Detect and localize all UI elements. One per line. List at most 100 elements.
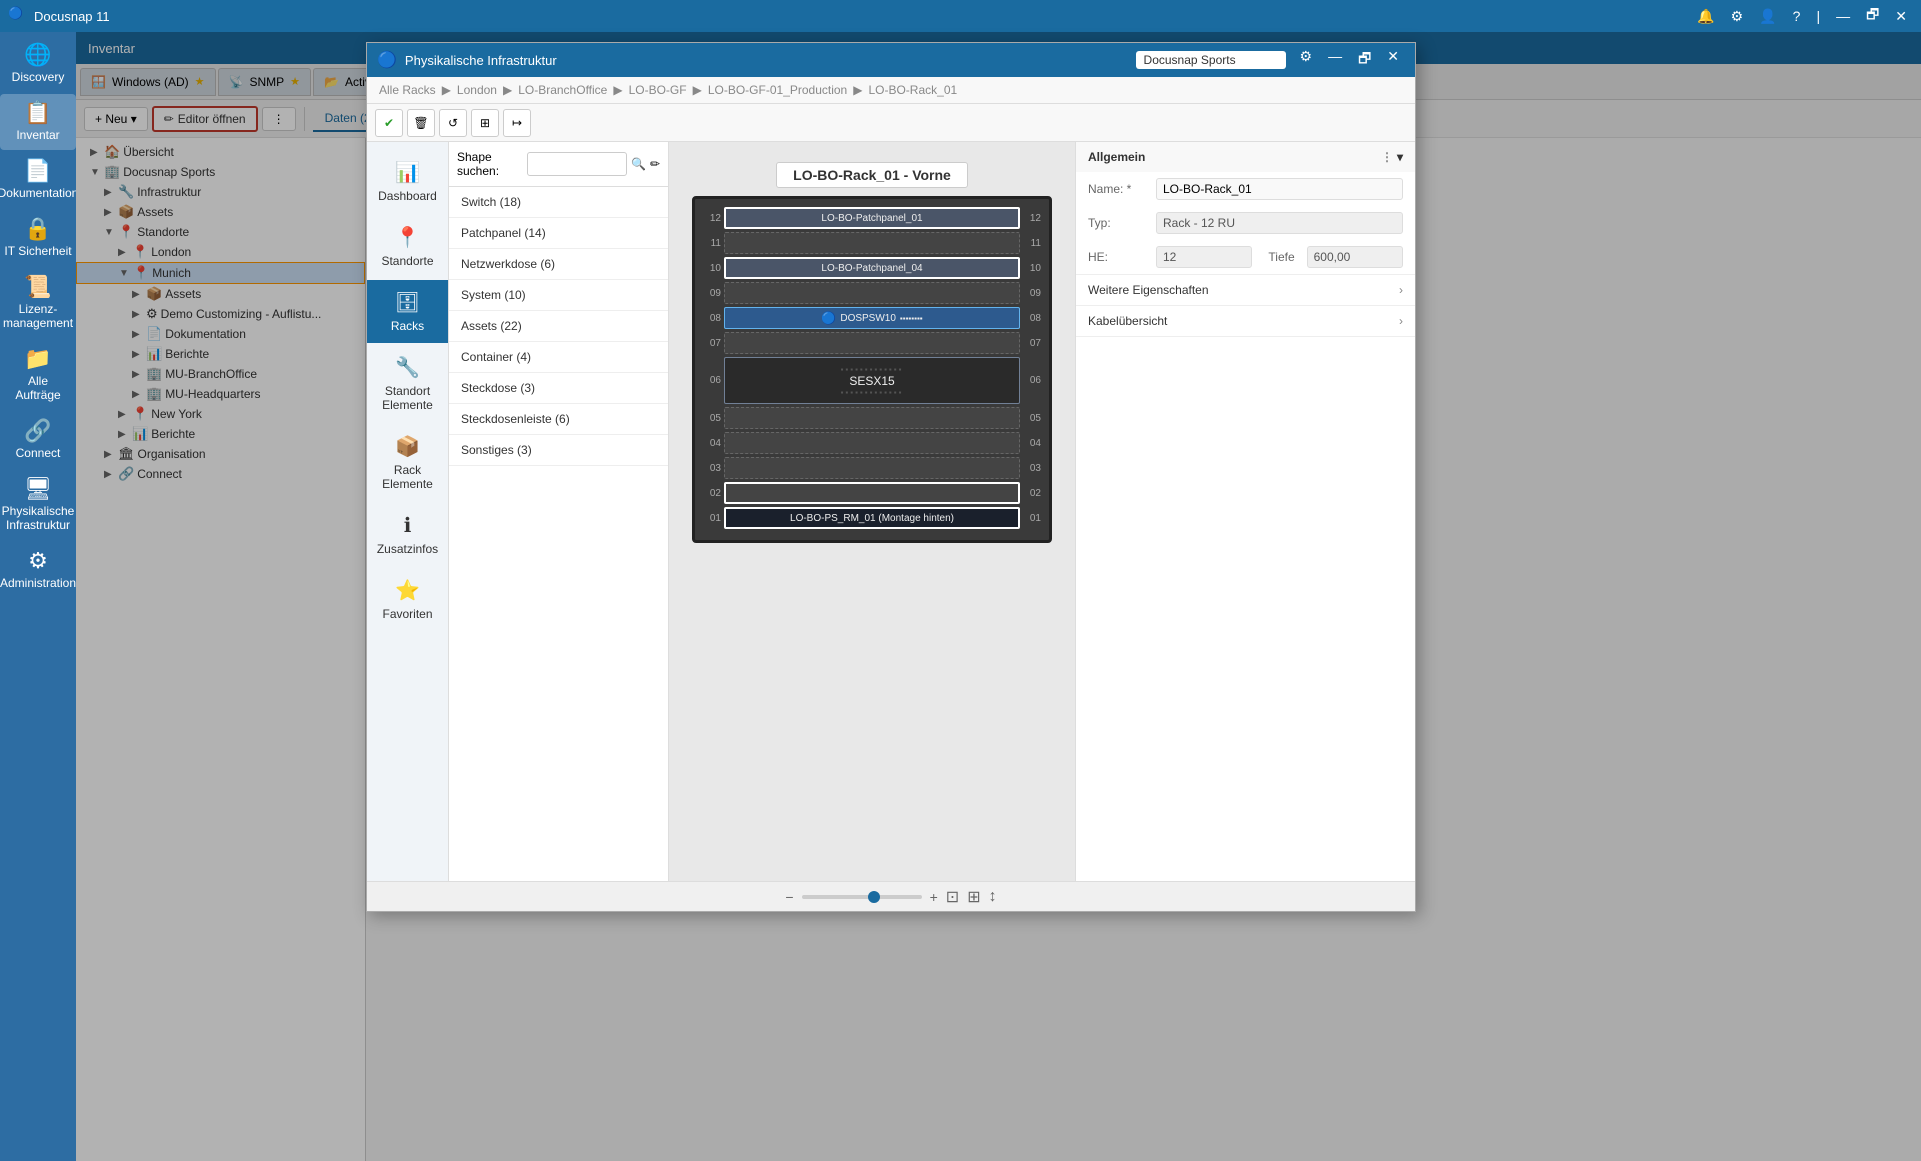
connect-icon: 🔗 [24,420,51,442]
titlebar: 🔵 Docusnap 11 🔔 ⚙ 👤 ? | — 🗗 ✕ [0,0,1921,32]
rack-unit-patchpanel-01[interactable]: LO-BO-Patchpanel_01 [724,207,1020,229]
zoom-plus-icon[interactable]: + [930,889,938,905]
shape-item-container[interactable]: Container (4) [449,342,668,373]
sidebar-label-physikalisch: Physikalische Infrastruktur [2,504,75,532]
modal-body: 📊 Dashboard 📍 Standorte 🗄 Racks 🔧 [367,142,1415,881]
rack-unit-empty-09[interactable] [724,282,1020,304]
rack-unit-empty-04[interactable] [724,432,1020,454]
dokumentation-icon: 📄 [24,160,51,182]
prop-row-he: HE: Tiefe [1076,240,1415,274]
prop-section-allgemein-header[interactable]: Allgemein ⋮ ▾ [1076,142,1415,172]
rack-num-03-r: 03 [1023,463,1041,474]
shape-edit-icon[interactable]: ✏ [650,157,660,171]
help-icon[interactable]: ? [1787,8,1807,24]
zoom-scroll-icon[interactable]: ↕ [989,888,997,906]
physikalisch-icon: 🖥 [24,478,52,500]
zoom-fit-icon[interactable]: ⊡ [946,887,959,907]
shape-item-assets[interactable]: Assets (22) [449,311,668,342]
modal-nav-standort-elemente[interactable]: 🔧 Standort Elemente [367,345,448,422]
modal-nav-standort-elemente-label: Standort Elemente [373,384,442,412]
allgemein-title: Allgemein [1088,150,1145,164]
shape-list: Switch (18) Patchpanel (14) Netzwerkdose… [449,187,668,881]
sidebar: 🌐 Discovery 📋 Inventar 📄 Dokumentation 🔒… [0,32,76,1161]
maximize-button[interactable]: 🗗 [1860,4,1885,28]
sidebar-item-inventar[interactable]: 📋 Inventar [0,94,76,150]
rack-row-06: 06 ▪▪▪▪▪▪▪▪▪▪▪▪▪ SESX15 ▪▪▪▪▪▪▪▪▪▪▪▪▪ 06 [703,357,1041,404]
allgemein-expand-icon[interactable]: ▾ [1397,150,1403,164]
rack-row-04: 04 04 [703,432,1041,454]
prop-name-label: Name: * [1088,182,1148,196]
rack-unit-empty-03[interactable] [724,457,1020,479]
sidebar-item-physikalisch[interactable]: 🖥 Physikalische Infrastruktur [0,470,76,540]
shape-item-switch[interactable]: Switch (18) [449,187,668,218]
modal-nav-dashboard[interactable]: 📊 Dashboard [367,150,448,213]
shape-item-system[interactable]: System (10) [449,280,668,311]
rack-row-08: 08 🔵 DOSPSW10 ▪▪▪▪▪▪▪▪ 08 [703,307,1041,329]
close-button[interactable]: ✕ [1889,8,1913,25]
zoom-original-icon[interactable]: ⊞ [967,887,980,907]
prop-name-input[interactable] [1156,178,1403,200]
rack-elemente-icon: 📦 [395,434,420,459]
prop-he-input [1156,246,1252,268]
rack-unit-power[interactable]: LO-BO-PS_RM_01 (Montage hinten) [724,507,1020,529]
rack-num-05: 05 [703,413,721,424]
rack-num-04-r: 04 [1023,438,1041,449]
sidebar-item-lizenz[interactable]: 📜 Lizenz-management [0,268,76,338]
prop-weitere-eigenschaften[interactable]: Weitere Eigenschaften › [1076,275,1415,306]
modal-nav-rack-elemente-label: Rack Elemente [373,463,442,491]
rack-unit-empty-11[interactable] [724,232,1020,254]
main-area: Inventar 🪟 Windows (AD) ★ 📡 SNMP ★ 📂 Act… [76,32,1921,1161]
sidebar-label-it-sicherheit: IT Sicherheit [4,244,71,258]
allgemein-more-icon[interactable]: ⋮ [1381,150,1393,164]
rack-unit-empty-07[interactable] [724,332,1020,354]
zoom-slider[interactable] [802,895,922,899]
modal-nav-standorte[interactable]: 📍 Standorte [367,215,448,278]
modal-nav-zusatzinfos[interactable]: ℹ Zusatzinfos [367,503,448,566]
rack-unit-server[interactable]: ▪▪▪▪▪▪▪▪▪▪▪▪▪ SESX15 ▪▪▪▪▪▪▪▪▪▪▪▪▪ [724,357,1020,404]
sidebar-item-administration[interactable]: ⚙ Administration [0,542,76,598]
sidebar-item-auftraege[interactable]: 📁 Alle Aufträge [0,340,76,410]
properties-panel: Allgemein ⋮ ▾ Name: * Typ: [1075,142,1415,881]
sidebar-label-lizenz: Lizenz-management [3,302,73,330]
standort-elemente-icon: 🔧 [395,355,420,380]
prop-kabeluebersicht[interactable]: Kabelübersicht › [1076,306,1415,337]
server-dots-top: ▪▪▪▪▪▪▪▪▪▪▪▪▪ [841,365,904,374]
rack-num-11-r: 11 [1023,238,1041,249]
sidebar-item-connect[interactable]: 🔗 Connect [0,412,76,468]
modal-nav-favoriten[interactable]: ⭐ Favoriten [367,568,448,631]
kabeluebersicht-label: Kabelübersicht [1088,314,1167,328]
notify-icon[interactable]: 🔔 [1691,8,1720,25]
sidebar-item-it-sicherheit[interactable]: 🔒 IT Sicherheit [0,210,76,266]
rack-num-05-r: 05 [1023,413,1041,424]
minimize-button[interactable]: — [1830,8,1856,24]
rack-unit-empty-05[interactable] [724,407,1020,429]
shape-item-steckdosenleiste[interactable]: Steckdosenleiste (6) [449,404,668,435]
rack-container: LO-BO-Rack_01 - Vorne 12 LO-BO-Patchpane… [692,162,1052,543]
prop-typ-input [1156,212,1403,234]
modal-nav-rack-elemente[interactable]: 📦 Rack Elemente [367,424,448,501]
shape-item-patchpanel[interactable]: Patchpanel (14) [449,218,668,249]
standorte-nav-icon: 📍 [395,225,420,250]
rack-unit-switch[interactable]: 🔵 DOSPSW10 ▪▪▪▪▪▪▪▪ [724,307,1020,329]
zoom-minus-icon[interactable]: − [785,889,793,905]
rack-row-12: 12 LO-BO-Patchpanel_01 12 [703,207,1041,229]
rack-num-09: 09 [703,288,721,299]
rack-unit-patchpanel-04[interactable]: LO-BO-Patchpanel_04 [724,257,1020,279]
kabel-expand-icon: › [1399,314,1403,328]
rack-row-07: 07 07 [703,332,1041,354]
modal-nav-racks-label: Racks [391,319,424,333]
favoriten-icon: ⭐ [395,578,420,603]
rack-unit-empty-02[interactable] [724,482,1020,504]
settings-icon[interactable]: ⚙ [1725,8,1750,25]
modal-nav-racks[interactable]: 🗄 Racks [367,280,448,343]
rack-row-03: 03 03 [703,457,1041,479]
shape-item-steckdose[interactable]: Steckdose (3) [449,373,668,404]
shape-search-input[interactable] [527,152,627,176]
shape-item-netzwerkdose[interactable]: Netzwerkdose (6) [449,249,668,280]
shape-item-sonstiges[interactable]: Sonstiges (3) [449,435,668,466]
shape-search-icon[interactable]: 🔍 [631,157,646,171]
sidebar-item-discovery[interactable]: 🌐 Discovery [0,36,76,92]
user-icon[interactable]: 👤 [1753,8,1782,25]
rack-row-05: 05 05 [703,407,1041,429]
sidebar-item-dokumentation[interactable]: 📄 Dokumentation [0,152,76,208]
